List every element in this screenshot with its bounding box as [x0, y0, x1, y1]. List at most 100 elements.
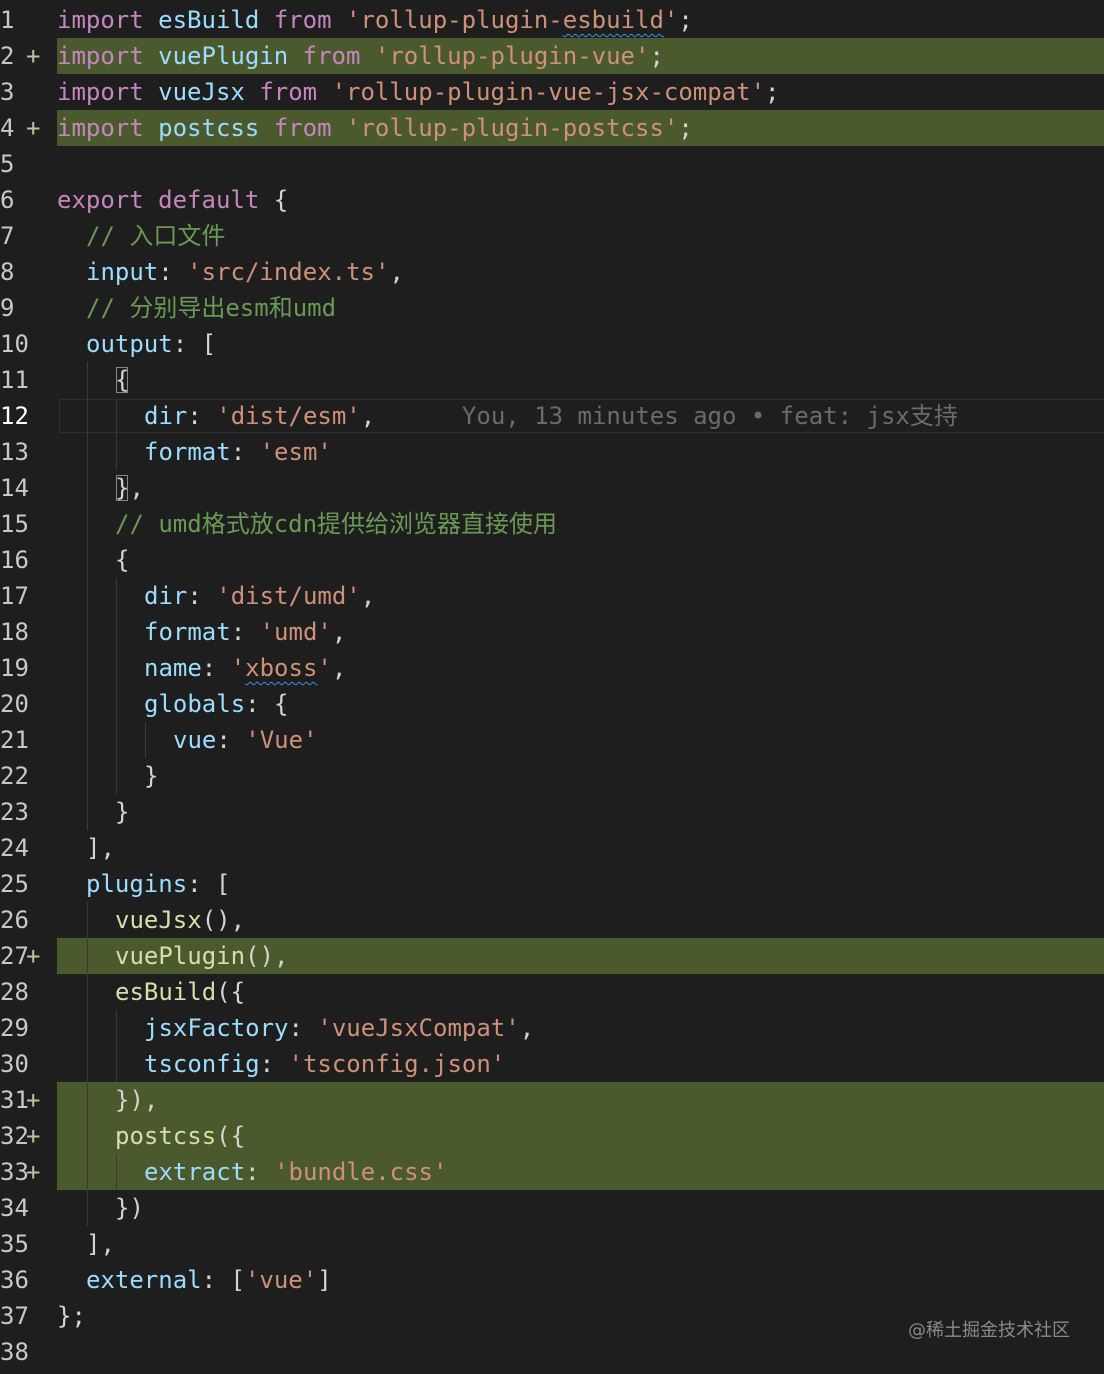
code-line[interactable]: 11 { [0, 362, 1104, 398]
line-number-gutter: 2 + [0, 38, 56, 74]
code-token: from [273, 114, 332, 142]
indent-guide [116, 434, 117, 470]
code-area: // umd格式放cdn提供给浏览器直接使用 [57, 506, 1104, 542]
line-number-gutter: 37 [0, 1298, 56, 1334]
code-token: 'Vue' [245, 726, 318, 754]
code-line[interactable]: 15 // umd格式放cdn提供给浏览器直接使用 [0, 506, 1104, 542]
code-line[interactable]: 9 // 分别导出esm和umd [0, 290, 1104, 326]
indent-guide [116, 578, 117, 614]
code-line[interactable]: 19 name: 'xboss', [0, 650, 1104, 686]
code-text: export default { [57, 182, 288, 218]
code-token: (), [201, 906, 246, 934]
code-line[interactable]: 25 plugins: [ [0, 866, 1104, 902]
code-line[interactable]: 6 export default { [0, 182, 1104, 218]
code-token: default [158, 186, 260, 214]
line-number-gutter: 16 [0, 542, 56, 578]
code-line[interactable]: 12 dir: 'dist/esm', You, 13 minutes ago •… [0, 398, 1104, 434]
code-editor[interactable]: 1 import esBuild from 'rollup-plugin-esbu… [0, 2, 1104, 1370]
added-line-highlight: import postcss from 'rollup-plugin-postc… [57, 110, 1104, 146]
added-line-highlight: vuePlugin(), [57, 938, 1104, 974]
code-line[interactable]: 29 jsxFactory: 'vueJsxCompat', [0, 1010, 1104, 1046]
indent-guide [87, 1154, 88, 1190]
indent-guide [116, 614, 117, 650]
line-number: 18 [0, 618, 29, 646]
indent-guide [87, 974, 88, 1010]
code-area: { [57, 542, 1104, 578]
code-line[interactable]: 26 vueJsx(), [0, 902, 1104, 938]
indent-guide [87, 434, 88, 470]
line-number-gutter: 20 [0, 686, 56, 722]
code-line[interactable]: 17 dir: 'dist/umd', [0, 578, 1104, 614]
code-line[interactable]: 3 import vueJsx from 'rollup-plugin-vue-j… [0, 74, 1104, 110]
code-token: 'rollup-plugin-postcss' [346, 114, 679, 142]
code-line[interactable]: 13 format: 'esm' [0, 434, 1104, 470]
indent-guide [145, 722, 146, 758]
code-text: // 分别导出esm和umd [86, 290, 336, 326]
indent-guide [87, 542, 88, 578]
code-line[interactable]: 28 esBuild({ [0, 974, 1104, 1010]
line-number-gutter: 38 [0, 1334, 56, 1370]
code-text: import vuePlugin from 'rollup-plugin-vue… [57, 38, 664, 74]
code-line[interactable]: 36 external: ['vue'] [0, 1262, 1104, 1298]
line-number: 37 [0, 1302, 29, 1330]
code-token: }) [115, 1194, 144, 1222]
code-line[interactable]: 14}, [0, 470, 1104, 506]
code-token: : [201, 654, 231, 682]
line-number: 33 [0, 1158, 29, 1186]
code-line[interactable]: 34}) [0, 1190, 1104, 1226]
indent-guide [87, 794, 88, 830]
code-line[interactable]: 7 // 入口文件 [0, 218, 1104, 254]
line-number: 22 [0, 762, 29, 790]
indent-guide [87, 506, 88, 542]
line-number-gutter: 27 + [0, 938, 56, 974]
code-token: ] [317, 1266, 332, 1294]
code-line[interactable]: 33 + extract: 'bundle.css' [0, 1154, 1104, 1190]
indent-guide [116, 1046, 117, 1082]
code-line[interactable]: 24], [0, 830, 1104, 866]
code-line[interactable]: 1 import esBuild from 'rollup-plugin-esbu… [0, 2, 1104, 38]
code-token: vuePlugin [115, 942, 246, 970]
code-line[interactable]: 35], [0, 1226, 1104, 1262]
code-token: : [ [187, 870, 231, 898]
code-line[interactable]: 16 { [0, 542, 1104, 578]
code-line[interactable]: 18 format: 'umd', [0, 614, 1104, 650]
line-number: 17 [0, 582, 29, 610]
code-area: name: 'xboss', [57, 650, 1104, 686]
code-text: esBuild({ [115, 974, 245, 1010]
code-line[interactable]: 8 input: 'src/index.ts', [0, 254, 1104, 290]
code-line[interactable]: 31 +}), [0, 1082, 1104, 1118]
code-token: dir [144, 582, 188, 610]
code-line[interactable]: 21 vue: 'Vue' [0, 722, 1104, 758]
code-token: 'dist/umd' [216, 582, 361, 610]
code-line[interactable]: 10 output: [ [0, 326, 1104, 362]
code-token: postcss [115, 1122, 217, 1150]
line-number-gutter: 10 [0, 326, 56, 362]
code-line[interactable]: 32 + postcss({ [0, 1118, 1104, 1154]
code-line[interactable]: 27 + vuePlugin(), [0, 938, 1104, 974]
code-line[interactable]: 23} [0, 794, 1104, 830]
code-text: }) [115, 1190, 144, 1226]
code-line[interactable]: 4 + import postcss from 'rollup-plugin-pos… [0, 110, 1104, 146]
code-line[interactable]: 20 globals: { [0, 686, 1104, 722]
line-number-gutter: 17 [0, 578, 56, 614]
line-number-gutter: 35 [0, 1226, 56, 1262]
code-line[interactable]: 30 tsconfig: 'tsconfig.json' [0, 1046, 1104, 1082]
code-line[interactable]: 5 [0, 146, 1104, 182]
code-line[interactable]: 2 + import vuePlugin from 'rollup-plugin-v… [0, 38, 1104, 74]
code-text: external: ['vue'] [86, 1262, 332, 1298]
code-token: vuePlugin [158, 42, 289, 70]
code-text: }; [57, 1298, 86, 1334]
line-number: 36 [0, 1266, 29, 1294]
line-number: 15 [0, 510, 29, 538]
code-token: : [187, 582, 217, 610]
code-token: : [ [172, 330, 217, 358]
code-area: } [57, 794, 1104, 830]
code-line[interactable]: 22} [0, 758, 1104, 794]
line-number: 12 [0, 402, 29, 430]
